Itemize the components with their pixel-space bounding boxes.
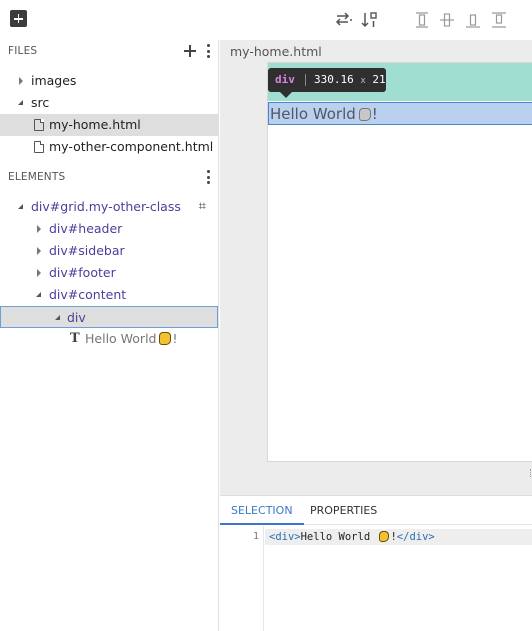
bottom-tabs: SELECTION PROPERTIES [220, 496, 532, 525]
left-panel: FILES images src my-home.html my-other-c… [0, 40, 219, 631]
element-tree-item-footer[interactable]: div#footer [0, 262, 218, 284]
code-editor[interactable]: 1 <div>Hello World !</div> [220, 526, 532, 631]
element-tree-item-sidebar[interactable]: div#sidebar [0, 240, 218, 262]
chevron-down-icon[interactable] [55, 315, 60, 320]
elements-header: ELEMENTS [0, 166, 218, 188]
tooltip-tag: div [275, 73, 295, 86]
text-node-label: Hello World! [85, 331, 178, 346]
tooltip-divider [305, 74, 306, 86]
artboard[interactable]: Hello World! [267, 62, 532, 462]
selected-element-highlight[interactable]: Hello World! [268, 102, 532, 125]
add-icon[interactable] [10, 10, 27, 27]
chevron-right-icon[interactable] [37, 269, 41, 277]
align-left-icon[interactable] [413, 11, 431, 29]
canvas-area: my-home.html Hello World! div 330.16 x 2… [220, 40, 532, 495]
top-toolbar [0, 0, 532, 40]
element-label: div#header [49, 221, 123, 236]
file-tree-label: my-home.html [49, 117, 141, 132]
file-icon [34, 141, 44, 153]
document-tab[interactable]: my-home.html [230, 44, 322, 59]
file-tree-label: my-other-component.html [49, 139, 214, 154]
code-line[interactable]: <div>Hello World !</div> [265, 529, 532, 545]
text-node-icon: T [70, 331, 80, 346]
tab-properties[interactable]: PROPERTIES [299, 496, 388, 525]
chevron-down-icon[interactable] [18, 204, 23, 209]
element-label: div#footer [49, 265, 116, 280]
hand-emoji-icon [379, 531, 390, 542]
grid-icon[interactable]: ⌗ [199, 200, 206, 213]
align-top-icon[interactable] [490, 11, 508, 29]
plus-icon[interactable] [184, 45, 196, 57]
element-tree-item-text[interactable]: T Hello World! [0, 328, 218, 350]
element-tree-item-header[interactable]: div#header [0, 218, 218, 240]
element-label: div#sidebar [49, 243, 125, 258]
tooltip-dims: 330.16 x 21 [314, 73, 386, 86]
element-size-tooltip: div 330.16 x 21 [268, 68, 386, 98]
bottom-panel: SELECTION PROPERTIES 1 <div>Hello World … [220, 495, 532, 631]
highlight-text: Hello World! [270, 105, 378, 123]
line-number: 1 [252, 531, 259, 542]
chevron-right-icon[interactable] [37, 247, 41, 255]
chevron-right-icon[interactable] [19, 77, 23, 85]
line-gutter: 1 [220, 526, 264, 631]
arrange-icon[interactable] [335, 11, 353, 29]
chevron-down-icon[interactable] [18, 100, 23, 105]
hand-emoji-icon [159, 332, 172, 345]
file-tree-label: src [31, 95, 50, 110]
align-center-icon[interactable] [438, 11, 456, 29]
element-label: div#content [49, 287, 127, 302]
element-tree-item-grid[interactable]: div#grid.my-other-class ⌗ [0, 196, 218, 218]
tab-selection[interactable]: SELECTION [220, 496, 304, 525]
element-label: div [67, 310, 86, 325]
files-header: FILES [0, 40, 218, 62]
file-tree-item-my-home[interactable]: my-home.html [0, 114, 218, 136]
element-tree-item-content[interactable]: div#content [0, 284, 218, 306]
chevron-down-icon[interactable] [36, 292, 41, 297]
file-tree-item-src[interactable]: src [0, 92, 218, 114]
align-bottom-icon[interactable] [464, 11, 482, 29]
kebab-icon[interactable] [206, 170, 210, 184]
element-label: div#grid.my-other-class [31, 199, 181, 214]
element-tree-item-div[interactable]: div [0, 306, 218, 328]
file-tree-label: images [31, 73, 77, 88]
file-tree-item-images[interactable]: images [0, 70, 218, 92]
sort-icon[interactable] [361, 11, 379, 29]
file-icon [34, 119, 44, 131]
hand-emoji-icon [358, 108, 371, 121]
elements-title: ELEMENTS [8, 171, 66, 183]
kebab-icon[interactable] [206, 44, 210, 58]
chevron-right-icon[interactable] [37, 225, 41, 233]
file-tree-item-my-other-component[interactable]: my-other-component.html [0, 136, 218, 158]
files-title: FILES [8, 45, 38, 57]
